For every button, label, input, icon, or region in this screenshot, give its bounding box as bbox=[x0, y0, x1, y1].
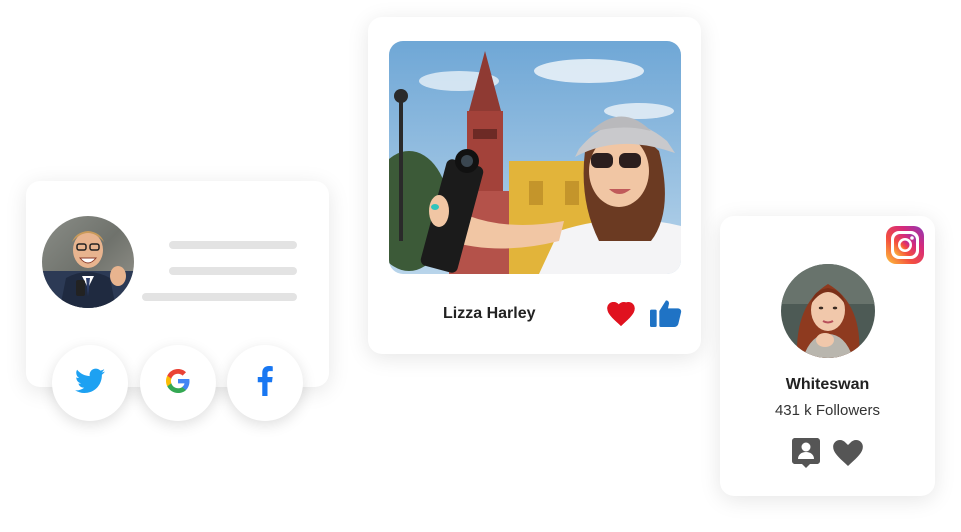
avatar bbox=[42, 216, 134, 308]
thumbs-up-icon[interactable] bbox=[650, 299, 682, 332]
placeholder-line bbox=[169, 241, 297, 249]
facebook-button[interactable] bbox=[227, 345, 303, 421]
social-widgets-stage: Lizza Harley Whiteswan 431 k Followers bbox=[0, 0, 961, 532]
photo-post-card: Lizza Harley bbox=[368, 17, 701, 354]
followers-count: 431 k Followers bbox=[774, 402, 881, 419]
placeholder-line bbox=[169, 267, 297, 275]
avatar bbox=[781, 264, 875, 358]
google-button[interactable] bbox=[140, 345, 216, 421]
post-photo bbox=[389, 41, 681, 274]
post-author-name: Lizza Harley bbox=[443, 305, 536, 322]
profile-card-right: Whiteswan 431 k Followers bbox=[720, 216, 935, 496]
twitter-button[interactable] bbox=[52, 345, 128, 421]
heart-icon[interactable] bbox=[833, 440, 863, 471]
instagram-icon[interactable] bbox=[884, 224, 926, 271]
placeholder-line bbox=[142, 293, 297, 301]
profile-name: Whiteswan bbox=[785, 376, 870, 393]
google-icon bbox=[166, 368, 190, 398]
heart-icon[interactable] bbox=[607, 302, 635, 331]
twitter-icon bbox=[75, 368, 105, 399]
contact-icon[interactable] bbox=[792, 438, 820, 473]
facebook-icon bbox=[257, 365, 273, 401]
